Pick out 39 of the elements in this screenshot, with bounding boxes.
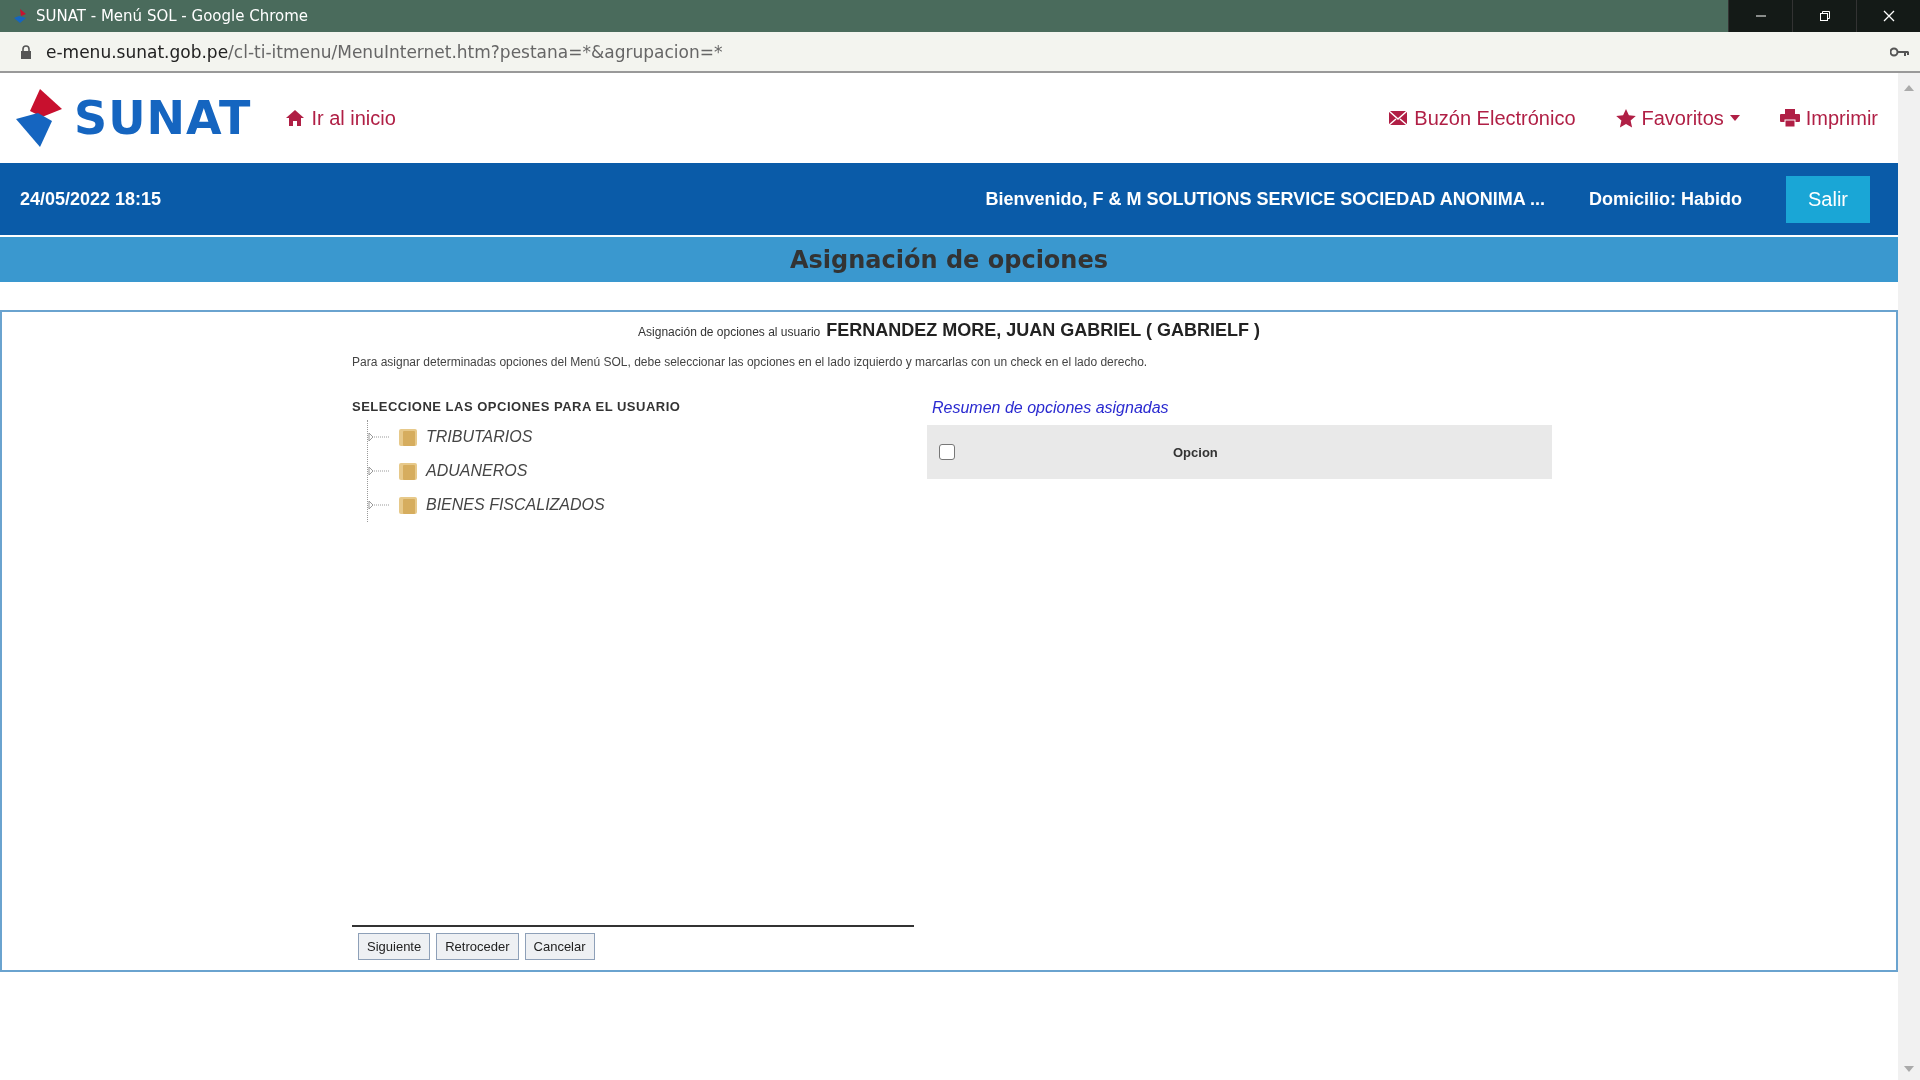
restore-icon <box>1818 10 1831 22</box>
date-time: 24/05/2022 18:15 <box>20 188 162 210</box>
instructions-text: Para asignar determinadas opciones del Menú SOL, debe seleccionar las opciones en el lado izquierdo y marcarlas con un check en el lado derecho. <box>352 355 1149 369</box>
form-button[interactable]: Siguiente <box>358 933 431 960</box>
folder-icon <box>398 495 418 515</box>
user-label: Asignación de opciones al usuario <box>638 325 821 339</box>
home-icon <box>285 109 306 127</box>
close-button[interactable] <box>1856 0 1920 32</box>
domicile-status: Domicilio: Habido <box>1589 188 1742 210</box>
summary-heading: Resumen de opciones asignadas <box>932 399 1170 417</box>
address-bar[interactable]: e-menu.sunat.gob.pe/cl-ti-itmenu/MenuInternet.htm?pestana=*&agrupacion=* <box>0 32 1920 73</box>
form-button[interactable]: Cancelar <box>524 933 595 960</box>
url-text: e-menu.sunat.gob.pe/cl-ti-itmenu/MenuInternet.htm?pestana=*&agrupacion=* <box>46 41 723 62</box>
select-all-checkbox[interactable] <box>939 444 955 460</box>
sunat-logo[interactable]: SUNAT <box>12 87 252 149</box>
favorites-link[interactable]: Favoritos <box>1615 106 1740 130</box>
folder-icon <box>398 461 418 481</box>
print-link[interactable]: Imprimir <box>1779 106 1878 130</box>
tree-item[interactable]: ADUANEROS <box>368 454 668 488</box>
restore-button[interactable] <box>1792 0 1856 32</box>
home-link[interactable]: Ir al inicio <box>285 106 396 130</box>
envelope-icon <box>1388 110 1409 126</box>
tree-heading: SELECCIONE LAS OPCIONES PARA EL USUARIO <box>352 399 682 414</box>
logo-icon <box>12 8 28 24</box>
folder-icon <box>398 427 418 447</box>
form-button[interactable]: Retroceder <box>436 933 519 960</box>
lock-icon <box>20 44 32 59</box>
tree-item[interactable]: BIENES FISCALIZADOS <box>368 488 668 522</box>
key-icon[interactable] <box>1890 46 1910 57</box>
page-title: Asignación de opciones <box>790 245 1108 274</box>
welcome-text: Bienvenido, F & M SOLUTIONS SERVICE SOCIEDAD ANONIMA ... <box>985 188 1545 210</box>
tree-item[interactable]: TRIBUTARIOS <box>368 420 668 454</box>
column-header: Opcion <box>1173 444 1218 460</box>
printer-icon <box>1779 109 1800 127</box>
window-title: SUNAT - Menú SOL - Google Chrome <box>36 7 308 25</box>
user-name: FERNANDEZ MORE, JUAN GABRIEL ( GABRIELF ) <box>826 320 1260 341</box>
star-icon <box>1615 108 1636 128</box>
close-icon <box>1882 10 1895 22</box>
mailbox-link[interactable]: Buzón Electrónico <box>1388 106 1576 130</box>
